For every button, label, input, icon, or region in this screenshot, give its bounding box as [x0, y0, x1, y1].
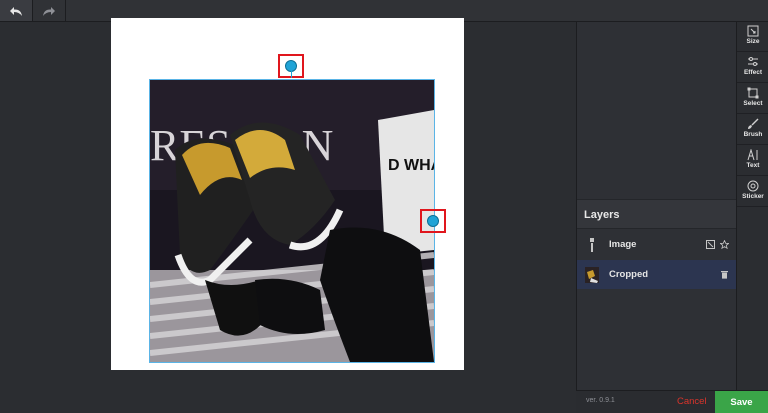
rotate-handle-stem [291, 68, 292, 78]
cancel-button[interactable]: Cancel [677, 396, 707, 407]
tool-effect-label: Effect [743, 69, 763, 76]
undo-button[interactable] [0, 0, 33, 21]
star-icon[interactable] [720, 240, 729, 249]
redo-button[interactable] [33, 0, 66, 21]
redo-arrow-icon [43, 6, 55, 16]
tool-size-label: Size [746, 38, 760, 45]
sticker-icon [747, 180, 759, 192]
trash-icon[interactable] [720, 270, 729, 279]
canvas-bottom-strip [0, 390, 576, 412]
save-button[interactable]: Save [715, 391, 768, 413]
tool-sticker[interactable]: Sticker [737, 177, 768, 207]
tool-size[interactable]: Size [737, 22, 768, 52]
text-icon [747, 149, 758, 161]
rotate-handle[interactable] [278, 54, 304, 78]
tool-select-label: Select [743, 100, 763, 107]
version-label: ver. 0.9.1 [586, 397, 615, 404]
layer-cropped-thumbnail [585, 266, 599, 283]
tool-brush-label: Brush [743, 131, 763, 138]
side-panel: Layers Image Cropped [576, 22, 737, 390]
layers-title: Layers [577, 199, 737, 229]
tools-toolbar: Size Effect Select Brush Text Sticker [736, 22, 768, 412]
layer-item-label: Image [609, 239, 637, 250]
effect-icon [748, 57, 758, 66]
brush-icon [748, 118, 759, 129]
cropped-image[interactable]: RESSION D WHA YOU LO [149, 79, 435, 363]
tool-sticker-label: Sticker [742, 193, 764, 200]
tool-select[interactable]: Select [737, 84, 768, 114]
footer-bar: ver. 0.9.1 Cancel Save [576, 390, 768, 413]
layer-item-image[interactable]: Image [577, 230, 737, 259]
tool-brush[interactable]: Brush [737, 115, 768, 145]
layer-item-label: Cropped [609, 269, 649, 280]
resize-handle[interactable] [420, 209, 446, 233]
undo-arrow-icon [10, 6, 22, 16]
photo-shoes: RESSION D WHA YOU LO [150, 80, 434, 362]
layer-image-thumbnail [590, 237, 594, 252]
resize-handle-dot [427, 215, 439, 227]
tool-text-label: Text [746, 162, 760, 169]
size-icon [747, 25, 759, 37]
svg-text:D WHA YOU LO: D WHA YOU LO [388, 157, 434, 174]
select-icon [747, 87, 759, 99]
tool-text[interactable]: Text [737, 146, 768, 176]
layer-item-cropped[interactable]: Cropped [577, 260, 737, 289]
crop-icon[interactable] [706, 240, 715, 249]
tool-effect[interactable]: Effect [737, 53, 768, 83]
